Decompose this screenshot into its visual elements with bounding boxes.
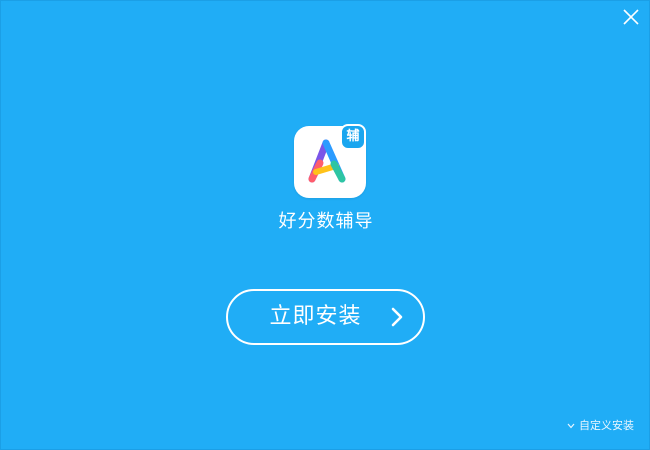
custom-install-label: 自定义安装 <box>579 419 634 432</box>
custom-install-link[interactable]: 自定义安装 <box>567 417 634 433</box>
chevron-down-icon <box>567 419 575 432</box>
close-button[interactable] <box>621 7 641 27</box>
app-name: 好分数辅导 <box>278 211 374 232</box>
installer-window: 辅 好分数辅导 立即安装 自定义安装 <box>0 0 650 450</box>
app-badge: 辅 <box>340 124 366 150</box>
close-icon <box>623 9 639 25</box>
install-now-label: 立即安装 <box>269 304 362 329</box>
app-icon: 辅 <box>294 124 370 198</box>
chevron-right-icon <box>391 307 403 327</box>
install-now-button[interactable]: 立即安装 <box>226 289 425 345</box>
